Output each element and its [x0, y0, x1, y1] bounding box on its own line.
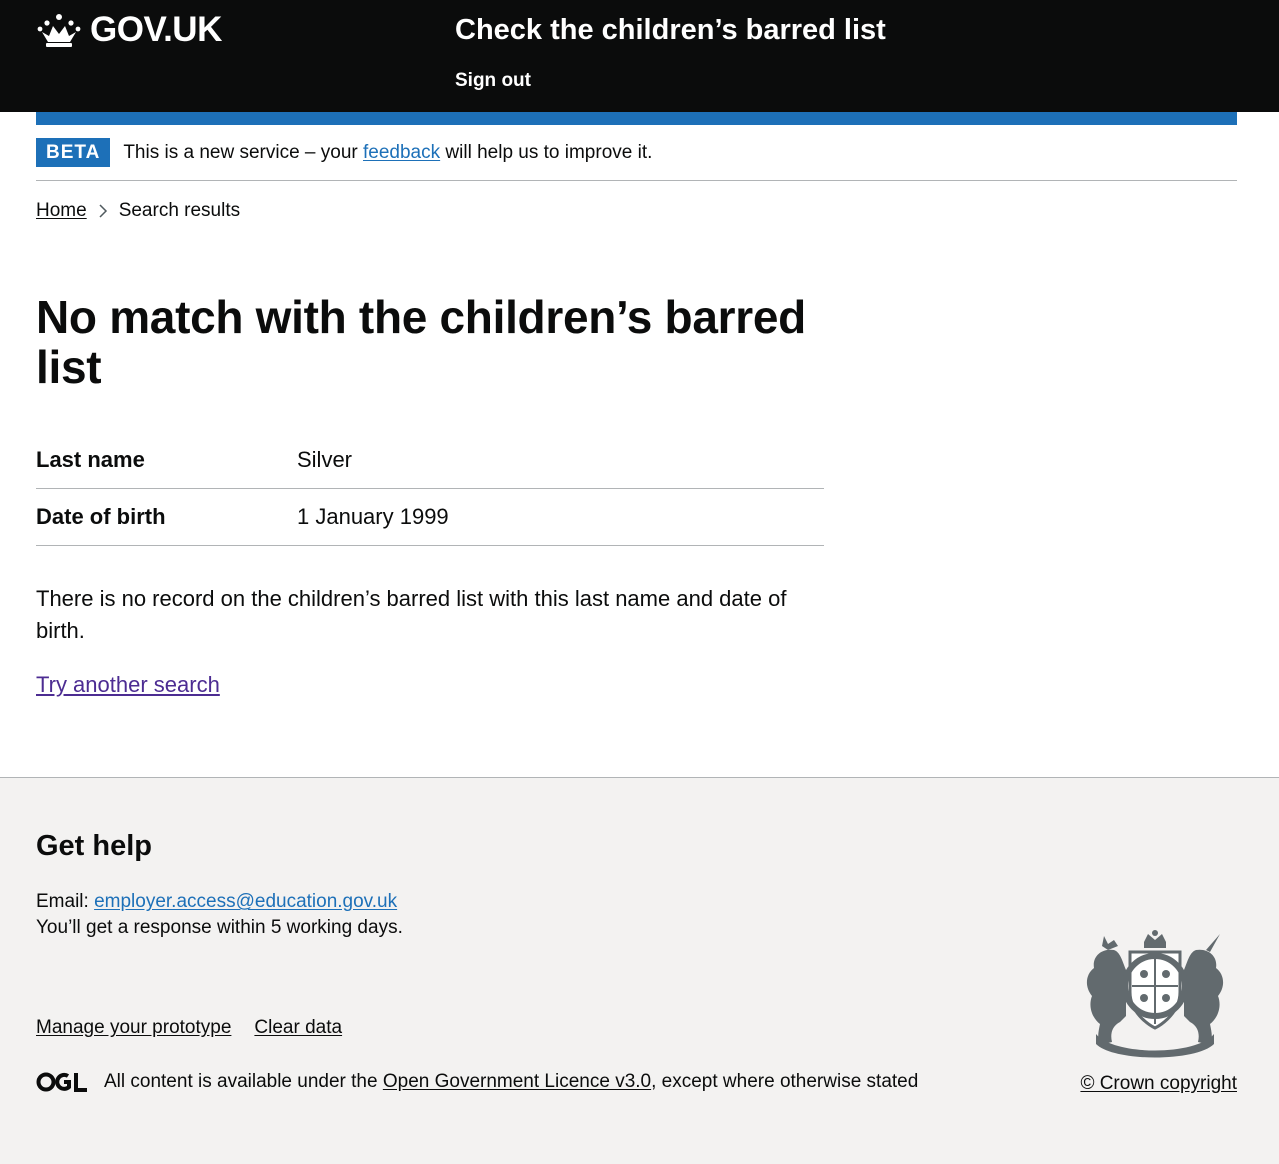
summary-row-last-name: Last name Silver: [36, 432, 824, 489]
ogl-logo: [36, 1072, 87, 1092]
header-blue-bar: [36, 112, 1237, 125]
beta-tag: BETA: [36, 138, 111, 167]
licence: All content is available under the Open …: [36, 1071, 918, 1093]
service-name[interactable]: Check the children’s barred list: [455, 14, 886, 47]
no-record-message: There is no record on the children’s bar…: [36, 586, 787, 643]
summary-key: Date of birth: [36, 504, 166, 529]
clear-data-link[interactable]: Clear data: [254, 1017, 342, 1039]
govuk-logo-link[interactable]: GOV.UK: [36, 10, 222, 50]
feedback-link[interactable]: feedback: [363, 142, 440, 163]
summary-value: Silver: [297, 447, 353, 472]
response-time-text: You’ll get a response within 5 working d…: [36, 917, 403, 938]
breadcrumb-home-link[interactable]: Home: [36, 200, 87, 222]
royal-coat-of-arms: [1086, 930, 1224, 1058]
site-header: GOV.UK Check the children’s barred list …: [0, 0, 1279, 112]
breadcrumb-current: Search results: [118, 200, 241, 221]
licence-text-before: All content is available under the: [104, 1071, 383, 1092]
crown-icon: [37, 14, 81, 47]
phase-banner-text-after: will help us to improve it.: [440, 141, 653, 163]
summary-row-date-of-birth: Date of birth 1 January 1999: [36, 489, 824, 546]
phase-banner-text: This is a new service – your feedback wi…: [123, 142, 652, 164]
summary-key: Last name: [36, 447, 145, 472]
licence-text-after: , except where otherwise stated: [651, 1071, 919, 1092]
licence-text: All content is available under the Open …: [104, 1071, 918, 1093]
breadcrumb: Home Search results: [36, 200, 240, 222]
support-email-link[interactable]: employer.access@education.gov.uk: [94, 891, 397, 912]
footer-links: Manage your prototype Clear data: [36, 1017, 342, 1039]
chevron-right-icon: [99, 204, 107, 218]
site-footer: Get help Email: employer.access@educatio…: [0, 777, 1279, 1164]
manage-prototype-link[interactable]: Manage your prototype: [36, 1017, 231, 1039]
govuk-logo-text: GOV.UK: [90, 10, 222, 49]
phase-banner-text-before: This is a new service – your: [123, 141, 364, 163]
crown-copyright-link[interactable]: © Crown copyright: [1080, 1073, 1237, 1095]
open-government-licence-link[interactable]: Open Government Licence v3.0: [383, 1071, 651, 1092]
sign-out-link[interactable]: Sign out: [455, 70, 531, 92]
summary-value: 1 January 1999: [297, 504, 449, 529]
help-email: Email: employer.access@education.gov.uk: [36, 891, 397, 913]
page-title: No match with the children’s barred list: [36, 291, 806, 393]
summary-list: Last name Silver Date of birth 1 January…: [36, 432, 824, 546]
help-title: Get help: [36, 830, 153, 862]
try-another-search-link[interactable]: Try another search: [36, 672, 220, 698]
email-label: Email:: [36, 891, 95, 912]
phase-banner: BETA This is a new service – your feedba…: [36, 125, 1237, 181]
